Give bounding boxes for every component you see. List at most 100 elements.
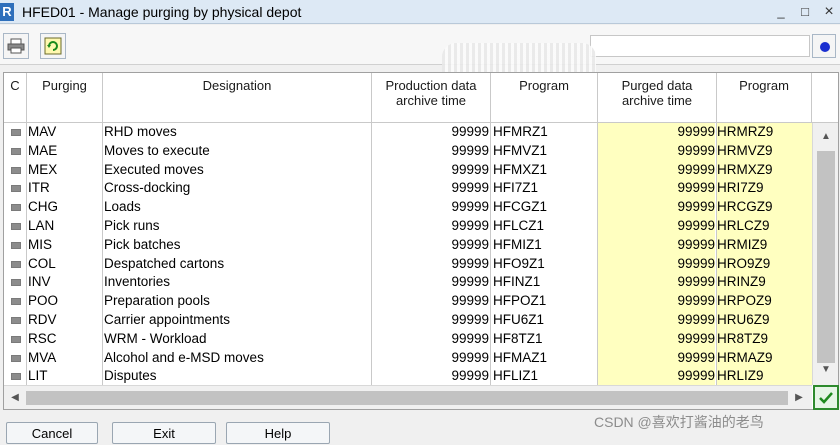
table-row[interactable]: INV Inventories 99999 HFINZ1 99999 HRINZ9: [4, 273, 812, 293]
scroll-down-icon[interactable]: ▼: [821, 365, 831, 375]
row-checkbox[interactable]: [4, 217, 26, 236]
row-checkbox[interactable]: [4, 123, 26, 142]
header-purged-archive[interactable]: Purged data archive time: [598, 73, 717, 123]
program-cell: HFO9Z1: [493, 255, 545, 271]
designation-cell: Inventories: [104, 274, 171, 290]
row-selector-icon[interactable]: [11, 298, 21, 306]
row-checkbox[interactable]: [4, 349, 26, 368]
purged-archive-cell: 99999: [598, 160, 715, 180]
purged-program-cell: HRMVZ9: [717, 141, 812, 161]
row-checkbox[interactable]: [4, 330, 26, 349]
table-row[interactable]: LIT Disputes 99999 HFLIZ1 99999 HRLIZ9: [4, 367, 812, 387]
table-row[interactable]: MAV RHD moves 99999 HFMRZ1 99999 HRMRZ9: [4, 123, 812, 142]
designation-cell: Disputes: [104, 368, 157, 384]
horizontal-scroll-thumb[interactable]: [26, 391, 788, 405]
row-selector-icon[interactable]: [11, 335, 21, 343]
exit-button[interactable]: Exit: [112, 422, 216, 444]
program-cell: HFLIZ1: [493, 368, 539, 384]
row-checkbox[interactable]: [4, 311, 26, 330]
cancel-button[interactable]: Cancel: [6, 422, 98, 444]
production-archive-cell: 99999: [451, 124, 489, 139]
row-selector-icon[interactable]: [11, 222, 21, 230]
help-button[interactable]: Help: [226, 422, 330, 444]
purged-program-cell: HRCGZ9: [717, 198, 812, 217]
purged-program-cell: HRMXZ9: [717, 160, 812, 180]
row-selector-icon[interactable]: [11, 129, 21, 136]
vertical-scrollbar[interactable]: ▲ ▼: [812, 123, 838, 385]
purging-code-cell: MEX: [28, 161, 58, 177]
toolbar: [0, 25, 840, 87]
row-selector-icon[interactable]: [11, 316, 21, 324]
maximize-button[interactable]: □: [796, 3, 814, 21]
horizontal-scrollbar[interactable]: ◀ ▶: [4, 385, 812, 409]
header-program1[interactable]: Program: [491, 73, 598, 123]
table-row[interactable]: MVA Alcohol and e-MSD moves 99999 HFMAZ1 999…: [4, 348, 812, 368]
table-row[interactable]: LAN Pick runs 99999 HFLCZ1 99999 HRLCZ9: [4, 216, 812, 236]
row-checkbox[interactable]: [4, 236, 26, 255]
checkmark-icon: [819, 392, 833, 404]
purging-code-cell: MAE: [28, 142, 58, 158]
production-archive-cell: 99999: [451, 236, 489, 252]
purging-code-cell: INV: [28, 274, 51, 290]
header-program2[interactable]: Program: [717, 73, 812, 123]
row-selector-icon[interactable]: [11, 354, 21, 362]
table-row[interactable]: MAE Moves to execute 99999 HFMVZ1 99999 HRMVZ…: [4, 141, 812, 161]
row-checkbox[interactable]: [4, 142, 26, 161]
scroll-up-icon[interactable]: ▲: [821, 132, 831, 142]
validate-button[interactable]: [813, 385, 839, 410]
purged-archive-cell: 99999: [598, 292, 715, 311]
production-archive-cell: 99999: [451, 368, 489, 384]
printer-icon: [7, 38, 25, 54]
row-checkbox[interactable]: [4, 179, 26, 198]
row-selector-icon[interactable]: [11, 373, 21, 381]
row-selector-icon[interactable]: [11, 241, 21, 249]
row-checkbox[interactable]: [4, 292, 26, 311]
row-selector-icon[interactable]: [11, 147, 21, 155]
row-selector-icon[interactable]: [11, 185, 21, 193]
production-archive-cell: 99999: [451, 161, 489, 177]
row-selector-icon[interactable]: [11, 166, 21, 174]
purged-archive-cell: 99999: [598, 216, 715, 236]
search-input[interactable]: [590, 35, 810, 57]
status-button[interactable]: [812, 34, 836, 58]
row-selector-icon[interactable]: [11, 279, 21, 287]
scroll-left-icon[interactable]: ◀: [10, 393, 20, 403]
row-checkbox[interactable]: [4, 367, 26, 386]
window-title: HFED01 - Manage purging by physical depo…: [22, 4, 302, 20]
vertical-scroll-thumb[interactable]: [817, 151, 835, 363]
program-cell: HFMRZ1: [493, 124, 548, 139]
row-selector-icon[interactable]: [11, 204, 21, 212]
designation-cell: Loads: [104, 199, 141, 215]
refresh-icon: [44, 37, 62, 55]
table-row[interactable]: POO Preparation pools 99999 HFPOZ1 99999 HRPO…: [4, 292, 812, 311]
refresh-button[interactable]: [40, 33, 66, 59]
table-row[interactable]: ITR Cross-docking 99999 HFI7Z1 99999 HRI7Z9: [4, 179, 812, 199]
table-row[interactable]: RSC WRM - Workload 99999 HF8TZ1 99999 HR8TZ9: [4, 329, 812, 349]
purged-program-cell: HRLIZ9: [717, 367, 812, 387]
print-button[interactable]: [3, 33, 29, 59]
header-filler: [812, 73, 838, 123]
row-selector-icon[interactable]: [11, 260, 21, 268]
table-row[interactable]: MIS Pick batches 99999 HFMIZ1 99999 HRMIZ9: [4, 235, 812, 255]
row-checkbox[interactable]: [4, 198, 26, 217]
designation-cell: Carrier appointments: [104, 311, 231, 327]
header-production-archive[interactable]: Production data archive time: [372, 73, 491, 123]
row-checkbox[interactable]: [4, 255, 26, 274]
row-checkbox[interactable]: [4, 161, 26, 180]
table-row[interactable]: CHG Loads 99999 HFCGZ1 99999 HRCGZ9: [4, 198, 812, 217]
header-purging[interactable]: Purging: [27, 73, 103, 123]
app-logo: R: [0, 3, 14, 21]
minimize-button[interactable]: _: [772, 3, 790, 21]
purging-code-cell: ITR: [28, 180, 50, 196]
row-checkbox[interactable]: [4, 273, 26, 292]
watermark: CSDN @喜欢打酱油的老鸟: [594, 414, 764, 430]
close-button[interactable]: ×: [820, 3, 838, 21]
table-row[interactable]: COL Despatched cartons 99999 HFO9Z1 99999 HRO…: [4, 254, 812, 274]
header-c[interactable]: C: [4, 73, 27, 123]
header-designation[interactable]: Designation: [103, 73, 372, 123]
scroll-right-icon[interactable]: ▶: [794, 393, 804, 403]
table-row[interactable]: RDV Carrier appointments 99999 HFU6Z1 99999 H…: [4, 310, 812, 330]
program-cell: HFI7Z1: [493, 180, 539, 196]
program-cell: HFMAZ1: [493, 349, 547, 365]
table-row[interactable]: MEX Executed moves 99999 HFMXZ1 99999 HRMXZ9: [4, 160, 812, 180]
